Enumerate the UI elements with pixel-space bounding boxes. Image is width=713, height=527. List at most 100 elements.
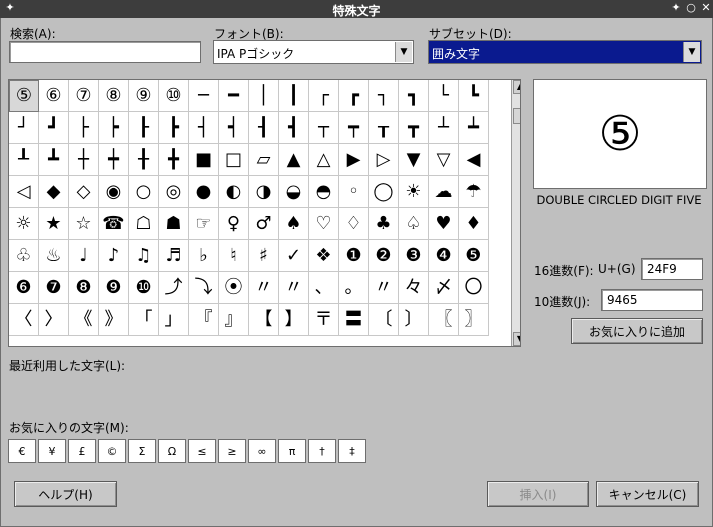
char-cell[interactable]: ▽ <box>429 144 459 176</box>
char-cell[interactable]: 々 <box>399 272 429 304</box>
char-cell[interactable]: ✓ <box>279 240 309 272</box>
char-cell[interactable]: └ <box>429 80 459 112</box>
char-cell[interactable]: ┸ <box>9 144 39 176</box>
char-cell[interactable]: 〆 <box>429 272 459 304</box>
char-cell[interactable]: ┛ <box>39 112 69 144</box>
char-cell[interactable]: ♮ <box>219 240 249 272</box>
char-cell[interactable]: ┌ <box>309 80 339 112</box>
char-cell[interactable]: 。 <box>339 272 369 304</box>
char-cell[interactable]: ⑦ <box>69 80 99 112</box>
char-cell[interactable]: ◁ <box>9 176 39 208</box>
char-cell[interactable]: ┏ <box>339 80 369 112</box>
insert-button[interactable]: 挿入(I) <box>487 481 589 507</box>
char-cell[interactable]: ◓ <box>309 176 339 208</box>
char-cell[interactable]: ▷ <box>369 144 399 176</box>
char-cell[interactable]: ┘ <box>9 112 39 144</box>
char-cell[interactable]: 〃 <box>369 272 399 304</box>
char-cell[interactable]: 》 <box>99 304 129 336</box>
cancel-button[interactable]: キャンセル(C) <box>596 481 699 507</box>
scroll-down-icon[interactable]: ▼ <box>513 332 520 346</box>
char-cell[interactable]: ◇ <box>69 176 99 208</box>
char-cell[interactable]: ╂ <box>129 144 159 176</box>
close-icon[interactable]: ✕ <box>699 1 713 15</box>
char-cell[interactable]: ★ <box>39 208 69 240</box>
char-cell[interactable]: ♩ <box>69 240 99 272</box>
char-cell[interactable]: ❷ <box>369 240 399 272</box>
char-cell[interactable]: ❽ <box>69 272 99 304</box>
char-cell[interactable]: ❹ <box>429 240 459 272</box>
char-cell[interactable]: ☖ <box>129 208 159 240</box>
char-cell[interactable]: ◉ <box>99 176 129 208</box>
char-cell[interactable]: 「 <box>129 304 159 336</box>
favorite-char[interactable]: ≤ <box>188 439 216 463</box>
char-cell[interactable]: ◎ <box>159 176 189 208</box>
char-cell[interactable]: ┝ <box>99 112 129 144</box>
char-cell[interactable]: ⦿ <box>219 272 249 304</box>
favorite-char[interactable]: © <box>98 439 126 463</box>
char-cell[interactable]: ╋ <box>159 144 189 176</box>
char-cell[interactable]: 〃 <box>249 272 279 304</box>
char-cell[interactable]: 〉 <box>39 304 69 336</box>
favorite-char[interactable]: ‡ <box>338 439 366 463</box>
dec-input[interactable]: 9465 <box>601 289 703 311</box>
char-cell[interactable]: ☼ <box>9 208 39 240</box>
grid-scrollbar[interactable]: ▲ ▼ <box>511 80 520 346</box>
char-cell[interactable]: ├ <box>69 112 99 144</box>
char-cell[interactable]: ♡ <box>309 208 339 240</box>
favorite-char[interactable]: Σ <box>128 439 156 463</box>
char-cell[interactable]: ▲ <box>279 144 309 176</box>
character-grid[interactable]: ⑤ ⑥ ⑦ ⑧ ⑨ ⑩ ─ ━ │ ┃ ┌ ┏ ┐ ┓ └ ┗ ┘ ┛ ├ ┝ ┠ ┣ ┤ ┥ ┨ ┫ ┬ ┯ ┰ ┳ ┴ ┷ ┸ ┻ ┼ ┿ ╂ ╋ ■ □… <box>8 79 521 347</box>
char-cell[interactable]: ┯ <box>339 112 369 144</box>
search-input[interactable] <box>9 41 201 63</box>
char-cell[interactable]: ❖ <box>309 240 339 272</box>
char-cell[interactable]: ♬ <box>159 240 189 272</box>
char-cell[interactable]: ♨ <box>39 240 69 272</box>
char-cell[interactable]: ♥ <box>429 208 459 240</box>
char-cell[interactable]: ◦ <box>339 176 369 208</box>
char-cell[interactable]: 〃 <box>279 272 309 304</box>
char-cell[interactable]: ┤ <box>189 112 219 144</box>
help-button[interactable]: ヘルプ(H) <box>14 481 117 507</box>
char-cell[interactable]: ♦ <box>459 208 489 240</box>
char-cell[interactable]: □ <box>219 144 249 176</box>
char-cell[interactable]: ⑨ <box>129 80 159 112</box>
char-cell[interactable]: ┗ <box>459 80 489 112</box>
char-cell[interactable]: △ <box>309 144 339 176</box>
char-cell[interactable]: ┓ <box>399 80 429 112</box>
add-favorite-button[interactable]: お気に入りに追加 <box>571 318 703 344</box>
char-cell[interactable]: ❾ <box>99 272 129 304</box>
char-cell[interactable]: 《 <box>69 304 99 336</box>
char-cell[interactable]: ┼ <box>69 144 99 176</box>
char-cell[interactable]: 【 <box>249 304 279 336</box>
char-cell[interactable]: ▶ <box>339 144 369 176</box>
char-cell[interactable]: ▱ <box>249 144 279 176</box>
char-cell[interactable]: ┴ <box>429 112 459 144</box>
favorite-char[interactable]: £ <box>68 439 96 463</box>
scroll-thumb[interactable] <box>513 108 520 124</box>
favorite-char[interactable]: € <box>8 439 36 463</box>
char-cell[interactable]: ♢ <box>339 208 369 240</box>
char-cell[interactable]: ⤴ <box>159 272 189 304</box>
char-cell[interactable]: ♫ <box>129 240 159 272</box>
char-cell[interactable]: ❿ <box>129 272 159 304</box>
subset-select[interactable]: 囲み文字 ▼ <box>428 40 702 64</box>
char-cell[interactable]: 〔 <box>369 304 399 336</box>
char-cell[interactable]: ⤵ <box>189 272 219 304</box>
char-cell[interactable]: ■ <box>189 144 219 176</box>
pin-icon[interactable]: ✦ <box>669 1 683 15</box>
char-cell[interactable]: ┷ <box>459 112 489 144</box>
char-cell[interactable]: ─ <box>189 80 219 112</box>
char-cell[interactable]: │ <box>249 80 279 112</box>
scroll-up-icon[interactable]: ▲ <box>513 80 520 94</box>
font-select[interactable]: IPA Pゴシック ▼ <box>213 40 414 64</box>
char-cell[interactable]: ♠ <box>279 208 309 240</box>
char-cell[interactable]: 〈 <box>9 304 39 336</box>
char-cell[interactable]: ┫ <box>279 112 309 144</box>
char-cell[interactable]: ⑤ <box>9 80 39 112</box>
char-cell[interactable]: ┐ <box>369 80 399 112</box>
char-cell[interactable]: ┳ <box>399 112 429 144</box>
char-cell[interactable]: ❼ <box>39 272 69 304</box>
hex-input[interactable]: 24F9 <box>641 258 703 280</box>
char-cell[interactable]: 〇 <box>459 272 489 304</box>
char-cell[interactable]: ♪ <box>99 240 129 272</box>
